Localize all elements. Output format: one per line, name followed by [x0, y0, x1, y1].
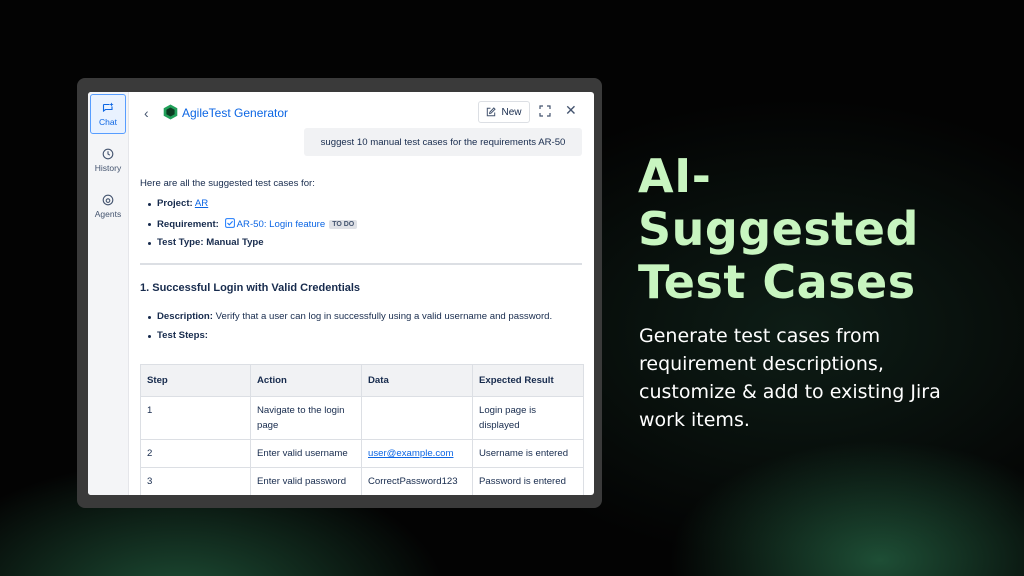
- headline-line-2: Suggested: [638, 202, 919, 256]
- test-type-label: Test Type:: [157, 237, 204, 248]
- chat-sparkle-icon: [102, 102, 114, 112]
- rail-agents-label: Agents: [94, 208, 122, 219]
- chat-panel: Chat History Agents ‹ AgileTest Generato…: [88, 92, 594, 495]
- description-line-4: work items.: [639, 409, 750, 431]
- column-header-action: Action: [250, 364, 362, 397]
- close-icon[interactable]: ✕: [565, 102, 577, 119]
- email-link[interactable]: user@example.com: [368, 448, 453, 459]
- column-header-step: Step: [140, 364, 251, 397]
- description-row: Description: Verify that a user can log …: [157, 311, 552, 322]
- cell-data: user@example.com: [361, 439, 473, 468]
- new-chat-button[interactable]: New: [478, 101, 530, 123]
- column-header-data: Data: [361, 364, 473, 397]
- column-header-expected-result: Expected Result: [472, 364, 584, 397]
- rail-item-chat[interactable]: Chat: [90, 94, 126, 134]
- cell-data: [361, 396, 473, 440]
- bullet-dot: [148, 316, 151, 319]
- table-row: 1 Navigate to the login page Login page …: [140, 396, 584, 440]
- cell-step: 1: [140, 396, 251, 440]
- status-badge: TO DO: [329, 220, 358, 229]
- table-row: 3 Enter valid password CorrectPassword12…: [140, 467, 584, 495]
- promo-headline: AI- Suggested Test Cases: [638, 150, 919, 309]
- expand-icon[interactable]: [539, 105, 551, 117]
- cell-expected-result: Password is entered: [472, 467, 584, 495]
- project-link[interactable]: AR: [195, 198, 208, 209]
- user-message-bubble: suggest 10 manual test cases for the req…: [304, 128, 582, 156]
- headline-line-3: Test Cases: [638, 255, 916, 309]
- bullet-dot: [148, 335, 151, 338]
- test-type-row: Test Type: Manual Type: [157, 237, 264, 248]
- app-title: AgileTest Generator: [182, 106, 289, 120]
- requirement-row: Requirement: AR-50: Login feature TO DO: [157, 218, 358, 230]
- chat-content: suggest 10 manual test cases for the req…: [128, 128, 594, 495]
- agent-icon: [102, 194, 114, 205]
- table-row: 2 Enter valid username user@example.com …: [140, 439, 584, 468]
- bullet-dot: [148, 203, 151, 206]
- cell-expected-result: Login page is displayed: [472, 396, 584, 440]
- cell-action: Navigate to the login page: [250, 396, 362, 440]
- rail-item-history[interactable]: History: [90, 140, 126, 180]
- cell-data: CorrectPassword123: [361, 467, 473, 495]
- test-case-title: 1. Successful Login with Valid Credentia…: [140, 282, 361, 294]
- project-label: Project:: [157, 198, 193, 209]
- table-header-row: Step Action Data Expected Result: [140, 364, 584, 397]
- back-chevron-icon[interactable]: ‹: [144, 105, 149, 121]
- checkbox-story-icon: [224, 218, 235, 228]
- description-line-1: Generate test cases from: [639, 325, 881, 347]
- description-label: Description:: [157, 311, 213, 322]
- description-value: Verify that a user can log in successful…: [215, 311, 553, 322]
- rail-item-agents[interactable]: Agents: [90, 186, 126, 226]
- description-line-3: customize & add to existing Jira: [639, 381, 941, 403]
- cell-step: 3: [140, 467, 251, 495]
- rail-chat-label: Chat: [99, 116, 117, 127]
- test-steps-label: Test Steps:: [157, 330, 208, 341]
- headline-line-1: AI-: [638, 149, 712, 203]
- requirement-label: Requirement:: [157, 219, 219, 230]
- divider: [140, 263, 582, 265]
- cell-action: Enter valid password: [250, 467, 362, 495]
- clock-icon: [102, 148, 114, 159]
- project-row: Project: AR: [157, 198, 208, 209]
- bullet-dot: [148, 242, 151, 245]
- edit-icon: [487, 107, 497, 117]
- agiletest-logo-icon: [163, 104, 178, 120]
- cell-step: 2: [140, 439, 251, 468]
- promo-description: Generate test cases from requirement des…: [639, 322, 941, 434]
- description-line-2: requirement descriptions,: [639, 353, 884, 375]
- side-rail: Chat History Agents: [88, 92, 129, 495]
- bullet-dot: [148, 223, 151, 226]
- requirement-link[interactable]: AR-50: Login feature: [237, 219, 326, 230]
- cell-expected-result: Username is entered: [472, 439, 584, 468]
- response-intro: Here are all the suggested test cases fo…: [140, 178, 315, 189]
- cell-action: Enter valid username: [250, 439, 362, 468]
- test-steps-table: Step Action Data Expected Result 1 Navig…: [140, 364, 584, 495]
- new-button-label: New: [501, 106, 522, 118]
- test-type-value: Manual Type: [206, 237, 264, 248]
- rail-history-label: History: [94, 162, 122, 173]
